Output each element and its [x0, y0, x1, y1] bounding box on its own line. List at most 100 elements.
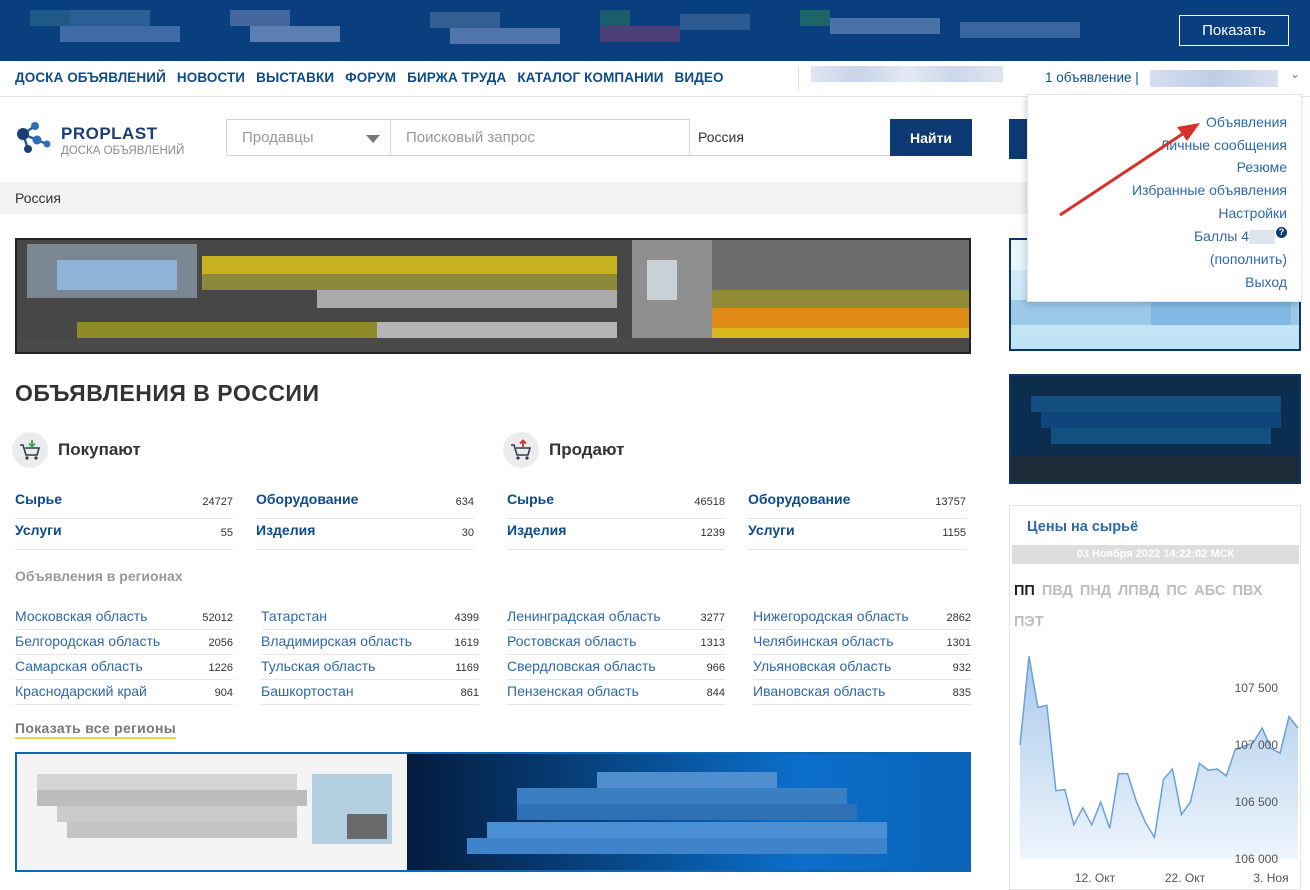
region-row[interactable]: Татарстан 4399 — [261, 608, 479, 630]
region-row[interactable]: Ростовская область 1313 — [507, 633, 725, 655]
region-row[interactable]: Ивановская область 835 — [753, 683, 971, 705]
region-name[interactable]: Московская область — [15, 608, 147, 624]
user-menu-item[interactable]: (пополнить) — [1210, 251, 1287, 267]
category-name[interactable]: Изделия — [507, 522, 566, 538]
sell-category-services[interactable]: Услуги 1155 — [748, 522, 966, 550]
region-row[interactable]: Пензенская область 844 — [507, 683, 725, 705]
price-chart: 107 500 107 000 106 500 106 000 12. Окт 22. О… — [1019, 656, 1299, 885]
user-menu-item[interactable]: Резюме — [1237, 159, 1287, 175]
region-name[interactable]: Пензенская область — [507, 683, 639, 699]
category-name[interactable]: Услуги — [15, 522, 62, 538]
ad-banner-main[interactable] — [15, 238, 971, 354]
category-name[interactable]: Услуги — [748, 522, 795, 538]
price-tab[interactable]: АБС — [1194, 576, 1225, 607]
region-name[interactable]: Краснодарский край — [15, 683, 147, 699]
chevron-down-icon[interactable]: ⌄ — [1290, 67, 1300, 81]
region-row[interactable]: Краснодарский край 904 — [15, 683, 233, 705]
region-name[interactable]: Ивановская область — [753, 683, 885, 699]
region-row[interactable]: Башкортостан 861 — [261, 683, 479, 705]
price-tab[interactable]: ПВД — [1042, 576, 1073, 607]
category-name[interactable]: Оборудование — [256, 491, 358, 507]
nav-link[interactable]: ВИДЕО — [675, 70, 724, 85]
nav-link[interactable]: ВЫСТАВКИ — [256, 70, 334, 85]
price-tab[interactable]: ЛПВД — [1118, 576, 1159, 607]
region-count: 2862 — [946, 612, 971, 624]
price-tab[interactable]: ПП — [1014, 576, 1035, 607]
search-bar: Продавцы Поисковый запрос Россия Найти — [226, 119, 972, 156]
region-row[interactable]: Ульяновская область 932 — [753, 658, 971, 680]
price-tab[interactable]: ПНД — [1080, 576, 1111, 607]
region-name[interactable]: Ростовская область — [507, 633, 636, 649]
region-row[interactable]: Белгородская область 2056 — [15, 633, 233, 655]
ad-banner-right-middle[interactable] — [1009, 374, 1301, 484]
nav-link[interactable]: НОВОСТИ — [177, 70, 245, 85]
user-menu-item[interactable]: Личные сообщения — [1160, 137, 1287, 153]
region-name[interactable]: Нижегородская область — [753, 608, 909, 624]
category-count: 24727 — [202, 496, 233, 508]
category-count: 46518 — [694, 496, 725, 508]
region-name[interactable]: Башкортостан — [261, 683, 354, 699]
user-menu-item[interactable]: Выход — [1245, 274, 1287, 290]
price-tab[interactable]: ПВХ — [1232, 576, 1262, 607]
sell-category-raw[interactable]: Сырье 46518 — [507, 491, 725, 519]
show-button[interactable]: Показать — [1179, 15, 1289, 46]
top-ad-banner[interactable]: Показать — [0, 0, 1310, 61]
user-menu-link[interactable]: 1 объявление | — [1045, 70, 1139, 85]
proplast-logo[interactable]: PROPLAST ДОСКА ОБЪЯВЛЕНИЙ — [15, 117, 195, 162]
region-row[interactable]: Ленинградская область 3277 — [507, 608, 725, 630]
category-name[interactable]: Оборудование — [748, 491, 850, 507]
price-tab[interactable]: ПС — [1166, 576, 1187, 607]
region-name[interactable]: Тульская область — [261, 658, 375, 674]
region-name[interactable]: Ленинградская область — [507, 608, 661, 624]
search-input[interactable]: Поисковый запрос — [391, 119, 690, 156]
region-row[interactable]: Самарская область 1226 — [15, 658, 233, 680]
nav-link[interactable]: ФОРУМ — [345, 70, 396, 85]
category-name[interactable]: Сырье — [15, 491, 62, 507]
nav-links: ДОСКА ОБЪЯВЛЕНИЙ НОВОСТИ ВЫСТАВКИ ФОРУМ БИРЖ… — [15, 70, 724, 85]
category-select[interactable]: Продавцы — [226, 119, 391, 156]
buy-category-products[interactable]: Изделия 30 — [256, 522, 474, 550]
search-button[interactable]: Найти — [890, 119, 972, 156]
region-name[interactable]: Челябинская область — [753, 633, 894, 649]
location-input[interactable]: Россия — [690, 119, 890, 156]
prices-title[interactable]: Цены на сырьё — [1027, 519, 1138, 535]
user-menu-item[interactable]: Настройки — [1218, 205, 1287, 221]
buy-category-raw[interactable]: Сырье 24727 — [15, 491, 233, 519]
sell-category-equipment[interactable]: Оборудование 13757 — [748, 491, 966, 519]
buy-category-equipment[interactable]: Оборудование 634 — [256, 491, 474, 519]
nav-link[interactable]: КАТАЛОГ КОМПАНИИ — [517, 70, 663, 85]
region-name[interactable]: Татарстан — [261, 608, 327, 624]
region-row[interactable]: Владимирская область 1619 — [261, 633, 479, 655]
user-menu-item[interactable]: Баллы 4? — [1194, 227, 1287, 245]
nav-link[interactable]: ДОСКА ОБЪЯВЛЕНИЙ — [15, 70, 166, 85]
price-tab[interactable]: ПЭТ — [1014, 607, 1044, 638]
ad-banner-bottom[interactable] — [15, 752, 971, 872]
region-name[interactable]: Ульяновская область — [753, 658, 891, 674]
user-menu-item[interactable]: Объявления — [1206, 114, 1287, 130]
region-row[interactable]: Челябинская область 1301 — [753, 633, 971, 655]
region-row[interactable]: Свердловская область 966 — [507, 658, 725, 680]
region-name[interactable]: Белгородская область — [15, 633, 160, 649]
user-menu-item-label: Объявления — [1206, 114, 1287, 130]
category-name[interactable]: Изделия — [256, 522, 315, 538]
region-count: 844 — [706, 687, 725, 699]
help-icon[interactable]: ? — [1276, 227, 1287, 238]
user-menu-item-label: (пополнить) — [1209, 251, 1287, 267]
user-menu-item[interactable]: Избранные объявления — [1132, 182, 1287, 198]
sell-category-products[interactable]: Изделия 1239 — [507, 522, 725, 550]
user-dropdown-menu: Объявления Личные сообщения Резюме Избранны… — [1027, 94, 1302, 302]
page-title: ОБЪЯВЛЕНИЯ В РОССИИ — [15, 380, 320, 406]
region-row[interactable]: Московская область 52012 — [15, 608, 233, 630]
region-row[interactable]: Нижегородская область 2862 — [753, 608, 971, 630]
region-count: 932 — [952, 662, 971, 674]
username-redacted — [1150, 70, 1278, 87]
show-all-regions-link[interactable]: Показать все регионы — [15, 720, 176, 739]
region-name[interactable]: Владимирская область — [261, 633, 412, 649]
nav-link[interactable]: БИРЖА ТРУДА — [407, 70, 506, 85]
region-row[interactable]: Тульская область 1169 — [261, 658, 479, 680]
buy-category-services[interactable]: Услуги 55 — [15, 522, 233, 550]
region-name[interactable]: Свердловская область — [507, 658, 656, 674]
breadcrumb[interactable]: Россия — [0, 182, 1030, 214]
region-name[interactable]: Самарская область — [15, 658, 143, 674]
category-name[interactable]: Сырье — [507, 491, 554, 507]
